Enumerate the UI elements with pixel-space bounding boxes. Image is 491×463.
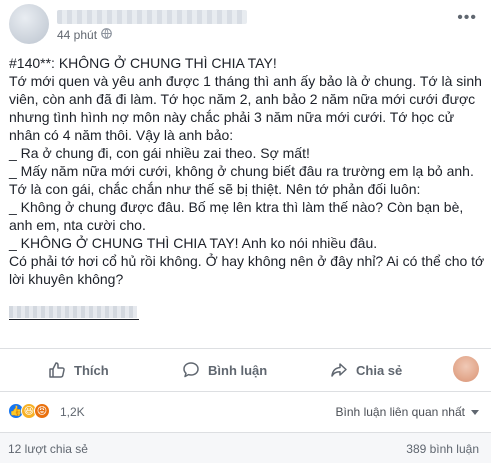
author-avatar[interactable] [9, 4, 49, 44]
signature-divider [9, 319, 139, 320]
post-line: _ KHÔNG Ở CHUNG THÌ CHIA TAY! Anh ko nói… [9, 235, 378, 251]
thumbs-up-icon [49, 362, 65, 378]
comment-count[interactable]: 389 bình luận [406, 442, 479, 456]
caret-down-icon [471, 409, 479, 415]
share-label: Chia sẻ [356, 362, 403, 378]
post-line: lời khuyên không? [9, 271, 124, 287]
post-line: Tớ là con gái, chắc chắn như thế sẽ bị t… [9, 181, 421, 197]
post-line: nhân có 4 năm thôi. Vậy là anh bảo: [9, 127, 234, 143]
post-time[interactable]: 44 phút [57, 28, 97, 42]
like-button[interactable]: Thích [48, 361, 109, 379]
comment-button[interactable]: Bình luận [182, 361, 267, 379]
angry-reaction-icon: 😡 [34, 403, 50, 419]
post-line: _ Không ở chung được đâu. Bố mẹ lên ktra… [9, 199, 464, 215]
post-footer: 12 lượt chia sẻ 389 bình luận [0, 432, 491, 463]
comment-sort-dropdown[interactable]: Bình luận liên quan nhất [336, 405, 479, 419]
more-options-icon[interactable]: ••• [457, 10, 477, 26]
post-line: Tớ mới quen và yêu anh được 1 tháng thì … [9, 73, 482, 89]
viewer-avatar[interactable] [453, 356, 479, 382]
post-line: #140**: KHÔNG Ở CHUNG THÌ CHIA TAY! [9, 55, 277, 71]
comment-sort-label: Bình luận liên quan nhất [335, 405, 465, 419]
post-line: nhưng tình hình nợ môn này chắc phải 3 n… [9, 109, 455, 125]
post-line: anh em, nta cười cho. [9, 217, 146, 233]
author-name-redacted[interactable] [57, 10, 247, 24]
reaction-count[interactable]: 1,2K [60, 405, 85, 419]
reaction-icons[interactable]: 👍 😆 😡 [8, 403, 50, 419]
like-label: Thích [74, 362, 109, 378]
share-button[interactable]: Chia sẻ [330, 361, 402, 379]
reactions-row: 👍 😆 😡 1,2K Bình luận liên quan nhất [0, 398, 491, 426]
comment-label: Bình luận [208, 362, 268, 378]
share-count[interactable]: 12 lượt chia sẻ [8, 442, 88, 456]
post-line: _ Ra ở chung đi, con gái nhiều zai theo.… [9, 145, 310, 161]
post-text: #140**: KHÔNG Ở CHUNG THÌ CHIA TAY! Tớ m… [9, 54, 485, 288]
facebook-post: 44 phút ••• #140**: KHÔNG Ở CHUNG THÌ CH… [0, 0, 491, 463]
post-line: _ Mấy năm nữa mới cưới, không ở chung bi… [9, 163, 474, 179]
globe-icon [101, 28, 112, 39]
comment-icon [183, 362, 199, 378]
share-icon [331, 363, 347, 377]
action-bar: Thích Bình luận Chia sẻ [0, 348, 491, 392]
post-line: Có phải tớ hơi cổ hủ rồi không. Ở hay kh… [9, 253, 485, 269]
post-line: viên, còn anh đã đi làm. Tớ học năm 2, a… [9, 91, 476, 107]
signature-redacted [9, 306, 137, 318]
